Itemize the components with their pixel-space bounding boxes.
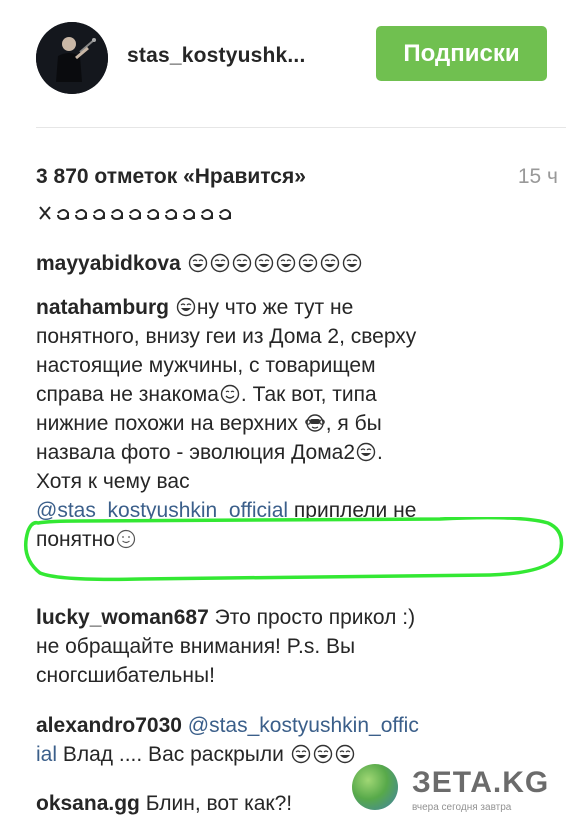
see-no-evil-monkey-icon — [304, 413, 325, 433]
comment-lucky-woman687: lucky_woman687 Это просто прикол :) не о… — [36, 603, 536, 690]
avatar[interactable] — [36, 22, 108, 94]
watermark-logo: ЗЕТА.KG вчера сегодня завтра — [350, 760, 570, 819]
comment-text: , я бы — [325, 412, 382, 435]
comment-text: назвала фото - эволюция Дома2 — [36, 441, 356, 464]
laughing-emoji-icon — [188, 253, 208, 273]
laughing-emoji-icon — [210, 253, 230, 273]
comment-text: Это просто прикол :) — [214, 606, 416, 629]
comment-line: понятного, внизу геи из Дома 2, сверху — [36, 325, 417, 348]
laughing-emoji-icon — [276, 253, 296, 273]
comment-text: . — [377, 441, 383, 464]
comment-natahamburg: natahamburg ну что же тут не понятного, … — [36, 293, 536, 554]
laughing-emoji-icon — [356, 442, 376, 462]
comment-text: . Так вот, типа — [240, 383, 377, 406]
watermark-subtext: вчера сегодня завтра — [412, 802, 512, 813]
laughing-emoji-icon — [176, 297, 196, 317]
mention-link[interactable]: ial — [36, 743, 57, 766]
comment-line: назвала фото - эволюция Дома2. — [36, 438, 536, 467]
comment-line: настоящие мужчины, с товарищем — [36, 354, 376, 377]
laughing-emoji-icon — [298, 253, 318, 273]
username[interactable]: stas_kostyushk... — [127, 44, 306, 68]
laughing-emoji-icon — [254, 253, 274, 273]
divider — [36, 127, 566, 128]
post-header: stas_kostyushk... Подписки — [0, 0, 570, 120]
comment-username[interactable]: mayyabidkova — [36, 252, 181, 275]
laughing-emoji-row — [187, 252, 363, 275]
laughing-emoji-icon — [342, 253, 362, 273]
comment-username[interactable]: alexandro7030 — [36, 714, 182, 737]
comment-line: справа не знакома . Так вот, типа — [36, 380, 536, 409]
following-button[interactable]: Подписки — [376, 26, 547, 81]
likes-count[interactable]: 3 870 отметок «Нравится» — [36, 165, 306, 188]
smiling-emoji-icon — [220, 384, 240, 404]
comment-text: справа не знакома — [36, 383, 219, 406]
clipped-text-fragment — [39, 206, 231, 221]
clipped-comment — [36, 205, 256, 225]
comment-line: natahamburg ну что же тут не — [36, 293, 536, 322]
laughing-emoji-icon — [232, 253, 252, 273]
comment-line: lucky_woman687 Это просто прикол :) — [36, 603, 536, 632]
comment-text: Влад .... Вас раскрыли — [62, 743, 284, 766]
laughing-emoji-icon — [291, 744, 311, 764]
laughing-emoji-icon — [313, 744, 333, 764]
comment-line: Хотя к чему вас — [36, 470, 190, 493]
comment-line: alexandro7030 @stas_kostyushkin_offic — [36, 711, 536, 740]
likes-row: 3 870 отметок «Нравится» 15 ч — [36, 165, 558, 195]
comment-text: Блин, вот как?! — [145, 792, 293, 815]
globe-icon — [352, 764, 398, 810]
comment-mayyabidkova: mayyabidkova — [36, 249, 536, 278]
comment-text: ну что же тут не — [196, 296, 354, 319]
post-time: 15 ч — [517, 165, 558, 188]
comment-username[interactable]: oksana.gg — [36, 792, 140, 815]
comment-username[interactable]: lucky_woman687 — [36, 606, 209, 629]
mention-link[interactable]: @stas_kostyushkin_offic — [188, 714, 419, 737]
comment-line: нижние похожи на верхних , я бы — [36, 409, 536, 438]
comment-line: не обращайте внимания! P.s. Вы — [36, 635, 356, 658]
comment-line: сногсшибательны! — [36, 664, 215, 687]
watermark-text: ЗЕТА.KG — [412, 766, 550, 799]
laughing-emoji-icon — [320, 253, 340, 273]
comment-username[interactable]: natahamburg — [36, 296, 169, 319]
comment-text: нижние похожи на верхних — [36, 412, 298, 435]
highlight-outline — [24, 517, 564, 582]
